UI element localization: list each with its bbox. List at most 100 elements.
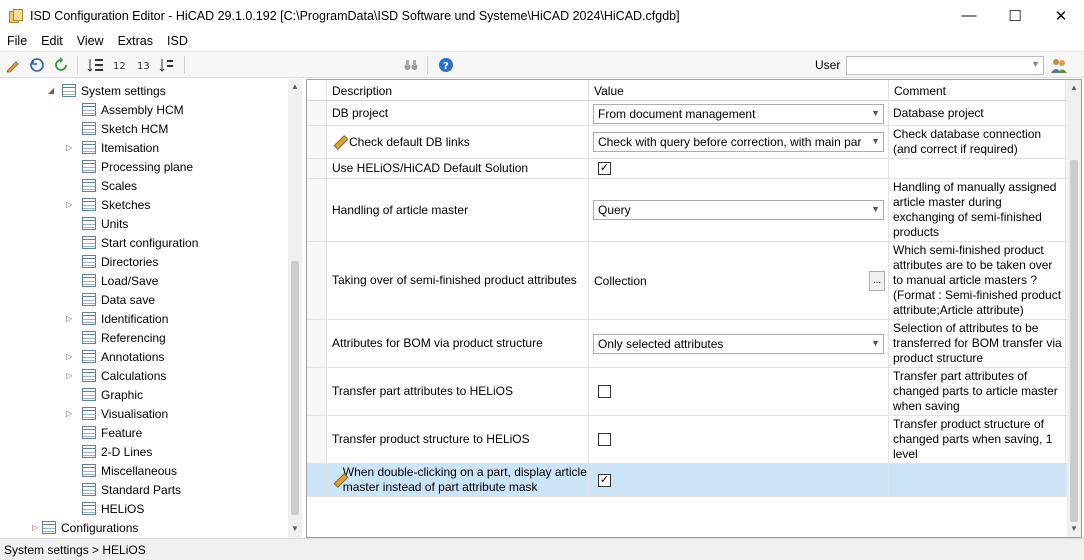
collapsed-arrow-icon[interactable]: ▷	[66, 352, 72, 361]
collapsed-arrow-icon[interactable]: ▷	[32, 523, 38, 532]
scroll-up-arrow-icon[interactable]: ▲	[1070, 83, 1078, 92]
tree-node-item[interactable]: ▷ Visualisation	[66, 404, 168, 423]
tree-node-item[interactable]: Data save	[66, 290, 155, 309]
tree-node-item[interactable]: Assembly HCM	[66, 100, 184, 119]
value-cell[interactable]: Query ▼	[589, 179, 889, 241]
menu-file[interactable]: File	[0, 34, 34, 48]
table-row[interactable]: Transfer product structure to HELiOS Tran…	[307, 416, 1067, 464]
tree-node-item[interactable]: Start configuration	[66, 233, 198, 252]
scroll-down-arrow-icon[interactable]: ▼	[291, 524, 299, 533]
help-icon[interactable]: ?	[435, 54, 457, 76]
menu-isd[interactable]: ISD	[160, 34, 195, 48]
edit-pencil-icon[interactable]	[2, 54, 24, 76]
scroll-thumb[interactable]	[291, 261, 299, 515]
table-row[interactable]: Use HELiOS/HiCAD Default Solution ✓	[307, 159, 1067, 179]
number-list-2-icon[interactable]: 12	[109, 54, 131, 76]
tree-node-system-settings[interactable]: ◢ System settings	[48, 81, 166, 100]
sort-down-icon[interactable]	[157, 54, 179, 76]
chevron-down-icon[interactable]: ▼	[868, 107, 880, 118]
value-cell[interactable]: From document management ▼	[589, 102, 889, 125]
sort-tree-icon[interactable]	[85, 54, 107, 76]
chevron-down-icon[interactable]: ▼	[868, 136, 880, 146]
value-checkbox[interactable]	[598, 433, 611, 446]
ellipsis-button[interactable]: ...	[869, 270, 885, 291]
value-cell[interactable]: ✓	[589, 464, 889, 496]
scroll-up-arrow-icon[interactable]: ▲	[291, 82, 299, 91]
tree-node-item[interactable]: ▷ Calculations	[66, 366, 166, 385]
tree-node-item[interactable]: Processing plane	[66, 157, 193, 176]
value-select[interactable]: Query ▼	[593, 200, 884, 220]
close-button[interactable]: ✕	[1038, 0, 1084, 31]
tree-node-item[interactable]: 2-D Lines	[66, 442, 152, 461]
chevron-down-icon[interactable]: ▼	[868, 337, 880, 348]
refresh-icon[interactable]	[50, 54, 72, 76]
minimize-button[interactable]: —	[946, 0, 992, 31]
value-checkbox[interactable]: ✓	[598, 473, 611, 487]
table-row[interactable]: Attributes for BOM via product structure…	[307, 320, 1067, 368]
value-select[interactable]: Check with query before correction, with…	[593, 132, 884, 152]
table-row[interactable]: Handling of article master Query ▼ Handling…	[307, 179, 1067, 242]
undo-icon[interactable]	[26, 54, 48, 76]
row-header[interactable]	[307, 464, 327, 496]
table-row[interactable]: Transfer part attributes to HELiOS Transf…	[307, 368, 1067, 416]
value-cell[interactable]	[589, 368, 889, 415]
table-row[interactable]: Check default DB links Check with query b…	[307, 126, 1067, 159]
maximize-button[interactable]: ☐	[992, 0, 1038, 31]
menu-edit[interactable]: Edit	[34, 34, 70, 48]
table-row[interactable]: When double-clicking on a part, display …	[307, 464, 1067, 497]
tree-node-item[interactable]: HELiOS	[66, 499, 144, 518]
value-cell[interactable]: Only selected attributes ▼	[589, 320, 889, 367]
tree-scrollbar[interactable]: ▲ ▼	[288, 79, 302, 538]
column-header-description[interactable]: Description	[327, 80, 589, 101]
value-select[interactable]: From document management ▼	[593, 103, 884, 124]
row-header[interactable]	[307, 102, 327, 125]
tree-node-item[interactable]: ▷ Identification	[66, 309, 168, 328]
tree-node-item[interactable]: Graphic	[66, 385, 143, 404]
row-header[interactable]	[307, 242, 327, 319]
value-cell[interactable]: ✓	[589, 159, 889, 178]
collapsed-arrow-icon[interactable]: ▷	[66, 314, 72, 323]
value-cell[interactable]: Collection...	[589, 242, 889, 319]
value-checkbox[interactable]	[598, 385, 611, 398]
value-cell[interactable]	[589, 416, 889, 463]
tree-node-item[interactable]: Referencing	[66, 328, 166, 347]
tree-node-item[interactable]: ▷ Itemisation	[66, 138, 159, 157]
table-row[interactable]: DB project From document management ▼ Datab…	[307, 102, 1067, 126]
tree-node-item[interactable]: Miscellaneous	[66, 461, 177, 480]
users-icon[interactable]	[1050, 57, 1068, 74]
tree-node-item[interactable]: Sketch HCM	[66, 119, 168, 138]
value-select[interactable]: Only selected attributes ▼	[593, 333, 884, 354]
menu-view[interactable]: View	[70, 34, 111, 48]
collapsed-arrow-icon[interactable]: ▷	[66, 143, 72, 152]
tree-node-item[interactable]: ▷ Annotations	[66, 347, 164, 366]
collapsed-arrow-icon[interactable]: ▷	[66, 371, 72, 380]
tree-node-item[interactable]: Scales	[66, 176, 137, 195]
tree-node-item[interactable]: Units	[66, 214, 128, 233]
collapsed-arrow-icon[interactable]: ▷	[66, 200, 72, 209]
tree-node-item[interactable]: Directories	[66, 252, 158, 271]
value-checkbox[interactable]: ✓	[598, 162, 611, 175]
row-header[interactable]	[307, 179, 327, 241]
user-select[interactable]: ▼	[846, 56, 1044, 75]
column-header-value[interactable]: Value	[589, 80, 889, 101]
scroll-thumb[interactable]	[1070, 160, 1078, 522]
chevron-down-icon[interactable]: ▼	[868, 204, 880, 214]
row-header[interactable]	[307, 416, 327, 463]
tree-node-item[interactable]: ▷ Sketches	[66, 195, 150, 214]
menu-extras[interactable]: Extras	[111, 34, 160, 48]
number-list-3-icon[interactable]: 13	[133, 54, 155, 76]
scroll-down-arrow-icon[interactable]: ▼	[1070, 524, 1078, 533]
expanded-arrow-icon[interactable]: ◢	[48, 86, 54, 95]
tree-node-configurations[interactable]: ▷ Configurations	[32, 518, 138, 537]
tree-node-item[interactable]: Feature	[66, 423, 142, 442]
tree-node-item[interactable]: Standard Parts	[66, 480, 181, 499]
row-header[interactable]	[307, 368, 327, 415]
collapsed-arrow-icon[interactable]: ▷	[66, 409, 72, 418]
grid-scrollbar[interactable]: ▲ ▼	[1067, 80, 1081, 537]
row-header[interactable]	[307, 159, 327, 178]
row-header[interactable]	[307, 126, 327, 158]
value-cell[interactable]: Check with query before correction, with…	[589, 126, 889, 158]
tree-node-item[interactable]: Load/Save	[66, 271, 158, 290]
table-row[interactable]: Taking over of semi-finished product att…	[307, 242, 1067, 320]
row-header[interactable]	[307, 320, 327, 367]
